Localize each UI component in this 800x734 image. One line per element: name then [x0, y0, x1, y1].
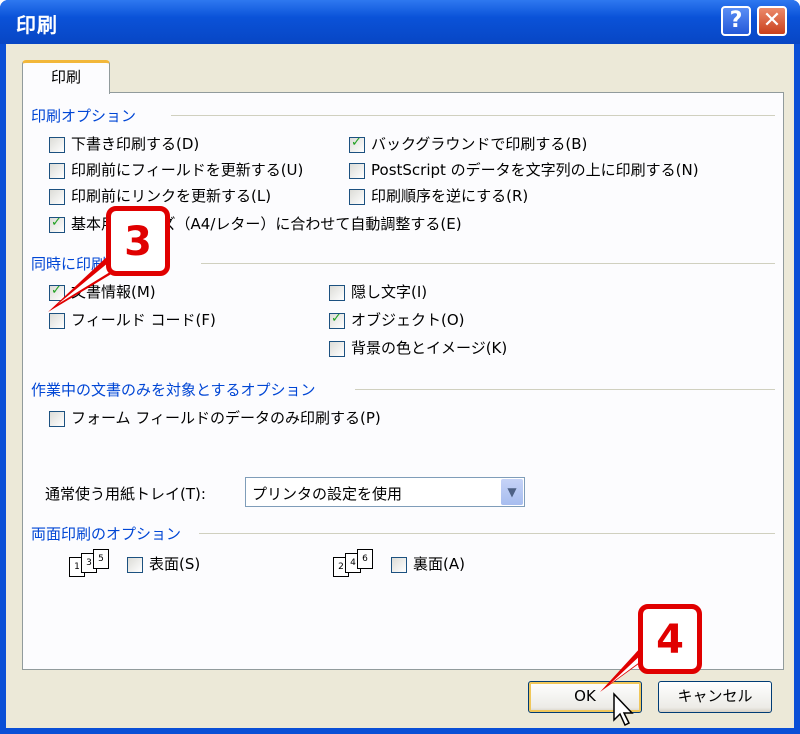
update-fields-checkbox[interactable] — [49, 163, 65, 179]
paper-tray-select[interactable]: プリンタの設定を使用 ▼ — [245, 477, 525, 507]
tab-panel: 印刷オプション 下書き印刷する(D) 印刷前にフィールドを更新する(U) 印刷前… — [22, 92, 784, 670]
step-4-callout: 4 — [638, 604, 702, 674]
group-title-current-document: 作業中の文書のみを対象とするオプション — [31, 381, 316, 399]
drawing-objects-label: オブジェクト(O) — [351, 311, 465, 329]
form-data-only-checkbox[interactable] — [49, 411, 65, 427]
group-divider — [201, 263, 775, 264]
paper-tray-value: プリンタの設定を使用 — [252, 485, 403, 503]
draft-print-checkbox[interactable] — [49, 137, 65, 153]
duplex-back-icon: 2 4 6 — [333, 549, 373, 577]
help-button[interactable]: ? — [721, 6, 751, 36]
close-button[interactable]: ✕ — [757, 6, 787, 36]
reverse-order-checkbox[interactable] — [349, 189, 365, 205]
help-icon: ? — [729, 8, 743, 33]
group-divider — [171, 115, 775, 116]
postscript-overlay-label: PostScript のデータを文字列の上に印刷する(N) — [371, 161, 699, 179]
reverse-order-label: 印刷順序を逆にする(R) — [371, 187, 529, 205]
group-title-duplex: 両面印刷のオプション — [31, 525, 182, 543]
group-title-print-options: 印刷オプション — [31, 107, 137, 125]
step-3-callout: 3 — [106, 206, 170, 276]
background-print-checkbox[interactable] — [349, 135, 365, 153]
background-print-label: バックグラウンドで印刷する(B) — [371, 135, 588, 153]
hidden-text-label: 隠し文字(I) — [351, 283, 428, 301]
title-bar[interactable]: 印刷 ? ✕ — [0, 0, 800, 44]
print-dialog: 印刷 ? ✕ 印刷 印刷オプション 下書き印刷する(D) 印刷前にフィールドを更… — [0, 0, 800, 734]
front-side-checkbox[interactable] — [127, 557, 143, 573]
update-links-checkbox[interactable] — [49, 189, 65, 205]
background-colors-checkbox[interactable] — [329, 341, 345, 357]
paper-tray-label: 通常使う用紙トレイ(T): — [45, 485, 206, 503]
tab-print[interactable]: 印刷 — [22, 60, 110, 94]
draft-print-label: 下書き印刷する(D) — [71, 135, 200, 153]
group-divider — [355, 389, 775, 390]
hidden-text-checkbox[interactable] — [329, 285, 345, 301]
cancel-button[interactable]: キャンセル — [658, 681, 772, 713]
duplex-front-icon: 1 3 5 — [69, 549, 109, 577]
drawing-objects-checkbox[interactable] — [329, 311, 345, 329]
chevron-down-icon[interactable]: ▼ — [501, 479, 523, 505]
front-side-label: 表面(S) — [149, 555, 201, 573]
group-divider — [199, 533, 775, 534]
postscript-overlay-checkbox[interactable] — [349, 163, 365, 179]
update-links-label: 印刷前にリンクを更新する(L) — [71, 187, 272, 205]
mouse-cursor-icon — [613, 692, 634, 727]
form-data-only-label: フォーム フィールドのデータのみ印刷する(P) — [71, 409, 381, 427]
update-fields-label: 印刷前にフィールドを更新する(U) — [71, 161, 304, 179]
background-colors-label: 背景の色とイメージ(K) — [351, 339, 508, 357]
auto-scale-checkbox[interactable] — [49, 215, 65, 233]
close-icon: ✕ — [762, 8, 782, 33]
back-side-label: 裏面(A) — [413, 555, 465, 573]
window-title: 印刷 — [16, 13, 58, 37]
back-side-checkbox[interactable] — [391, 557, 407, 573]
